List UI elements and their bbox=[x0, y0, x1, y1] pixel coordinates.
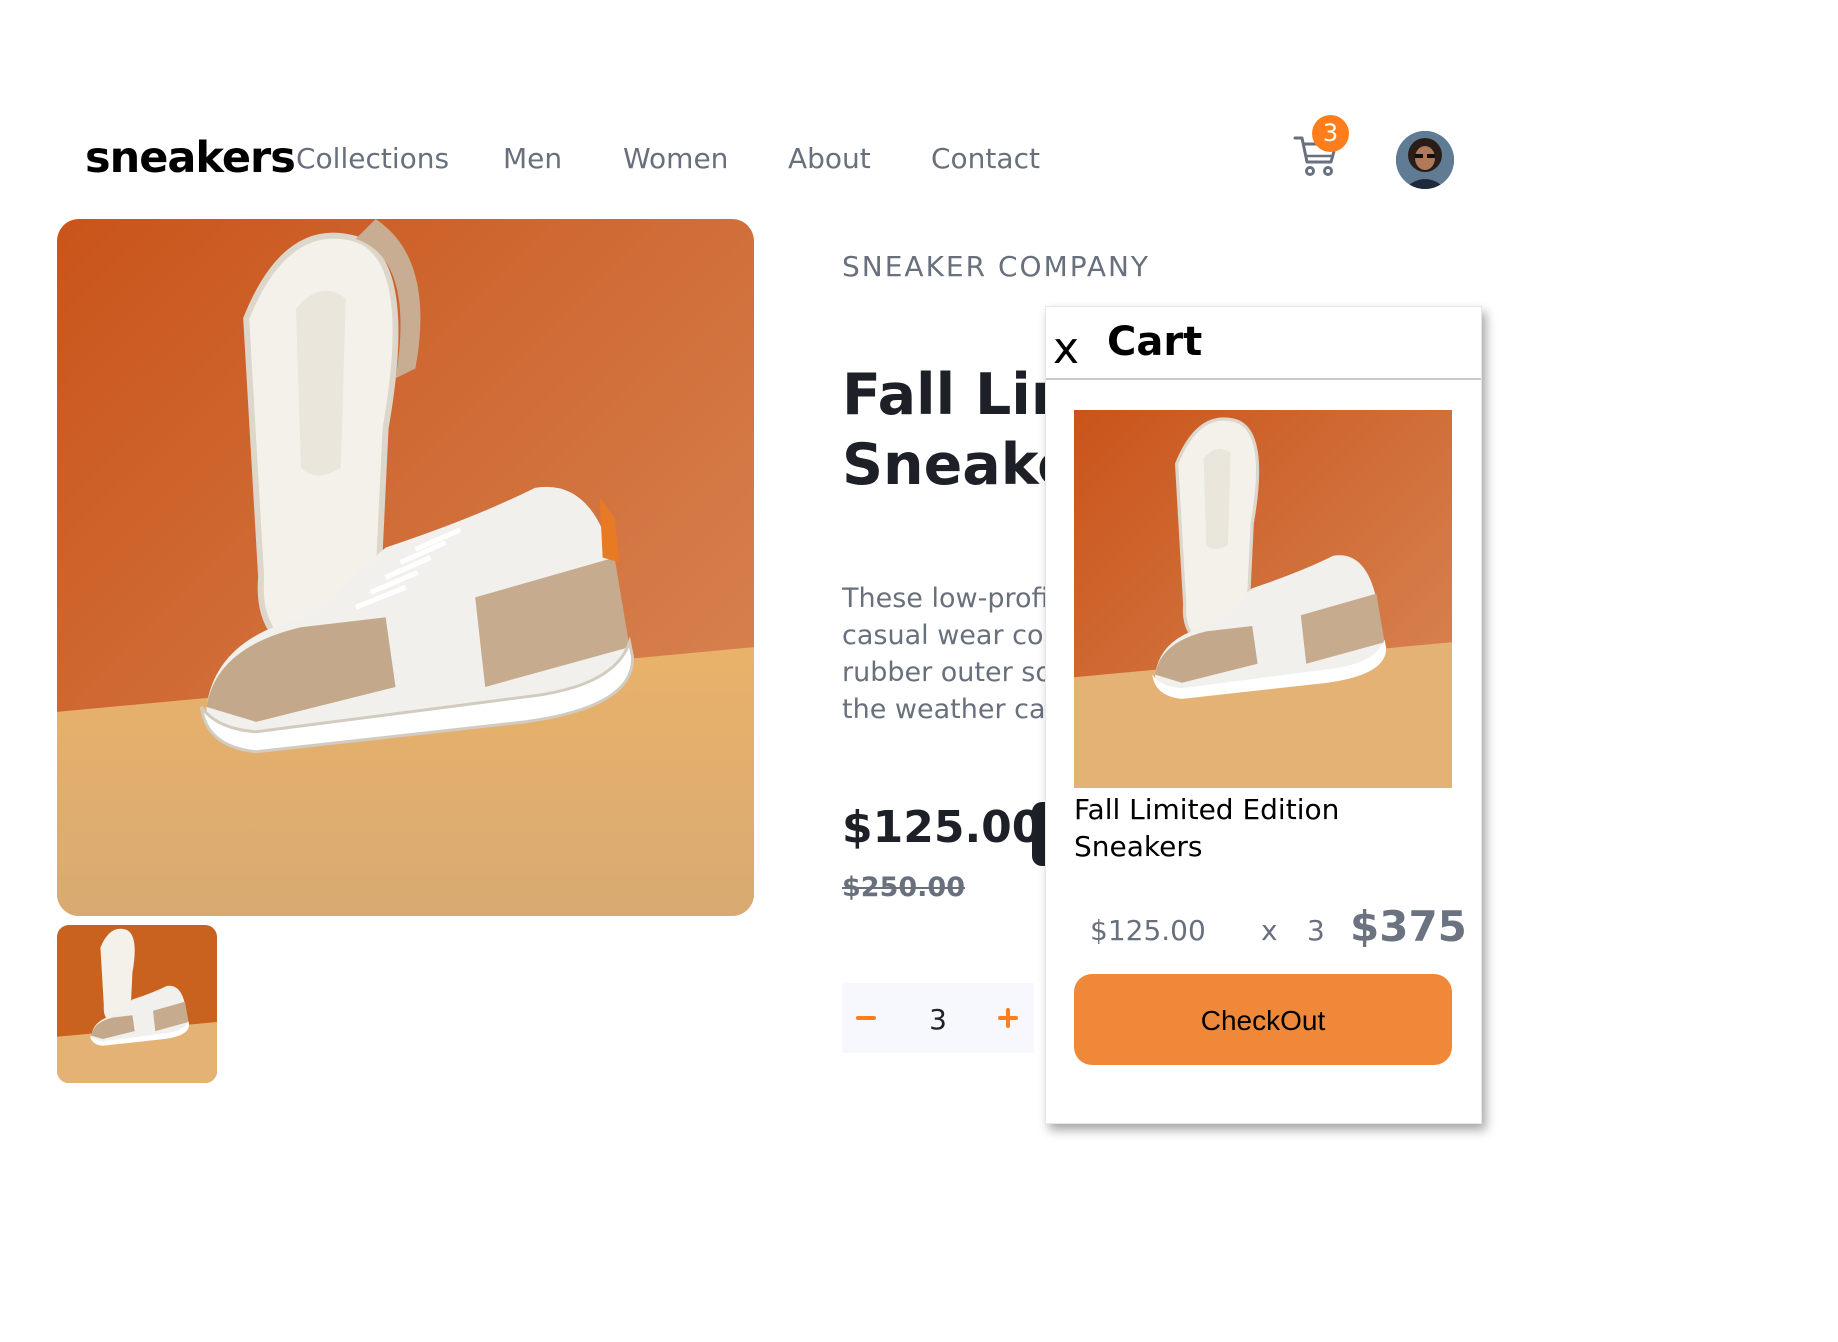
description-line: These low-profile sneakers are your perf… bbox=[842, 583, 1052, 614]
checkout-button[interactable]: CheckOut bbox=[1074, 974, 1452, 1065]
cart-item-price-calc: $125.00 x 3 $375 bbox=[1090, 902, 1470, 952]
quantity-stepper: 3 bbox=[842, 983, 1034, 1053]
site-header: sneakers Collections Men Women About Con… bbox=[0, 0, 1838, 210]
description-line: rubber outer sole, they'll withstand eve… bbox=[842, 657, 1052, 688]
product-description: These low-profile sneakers are your perf… bbox=[842, 580, 1052, 728]
nav-about[interactable]: About bbox=[788, 142, 871, 175]
cart-panel: x Cart Fall Limited Edition Sneakers $12… bbox=[1045, 306, 1482, 1124]
nav-contact[interactable]: Contact bbox=[931, 142, 1040, 175]
cart-item-image bbox=[1074, 410, 1452, 788]
sneaker-cart-icon bbox=[1074, 410, 1452, 788]
cart-times-sign: x bbox=[1261, 914, 1278, 947]
cart-total: $375 bbox=[1350, 902, 1467, 951]
cart-unit-price: $125.00 bbox=[1090, 914, 1206, 947]
cart-heading: Cart bbox=[1107, 319, 1203, 365]
nav-men[interactable]: Men bbox=[503, 142, 562, 175]
logo[interactable]: sneakers bbox=[85, 133, 296, 183]
avatar-icon bbox=[1396, 131, 1454, 189]
product-main-image[interactable] bbox=[57, 219, 754, 916]
product-title-line-2: Sneakers bbox=[842, 432, 1052, 498]
product-thumbnail-1[interactable] bbox=[57, 925, 217, 1083]
company-label: SNEAKER COMPANY bbox=[842, 250, 1151, 283]
quantity-value: 3 bbox=[929, 1003, 947, 1036]
product-title: Fall Limited Edition Sneakers bbox=[842, 360, 1052, 500]
decrease-quantity-button[interactable] bbox=[842, 983, 892, 1053]
nav-collections[interactable]: Collections bbox=[296, 142, 449, 175]
sneaker-photo-icon bbox=[57, 219, 754, 916]
cart-count-badge: 3 bbox=[1312, 115, 1349, 152]
increase-quantity-button[interactable] bbox=[984, 983, 1034, 1053]
original-price: $250.00 bbox=[842, 872, 965, 903]
current-price: $125.00 bbox=[842, 802, 1043, 853]
product-title-line-1: Fall Limited Edition bbox=[842, 362, 1052, 428]
description-line: the weather can offer. bbox=[842, 694, 1052, 725]
sneaker-thumbnail-icon bbox=[57, 925, 217, 1083]
cart-divider bbox=[1046, 378, 1481, 380]
user-avatar[interactable] bbox=[1396, 131, 1454, 189]
cart-item-name: Fall Limited Edition Sneakers bbox=[1074, 793, 1340, 863]
nav-women[interactable]: Women bbox=[623, 142, 728, 175]
cart-item-count: 3 bbox=[1307, 914, 1325, 947]
description-line: casual wear companion. Featuring a durab… bbox=[842, 620, 1052, 651]
close-cart-button[interactable]: x bbox=[1046, 327, 1086, 371]
